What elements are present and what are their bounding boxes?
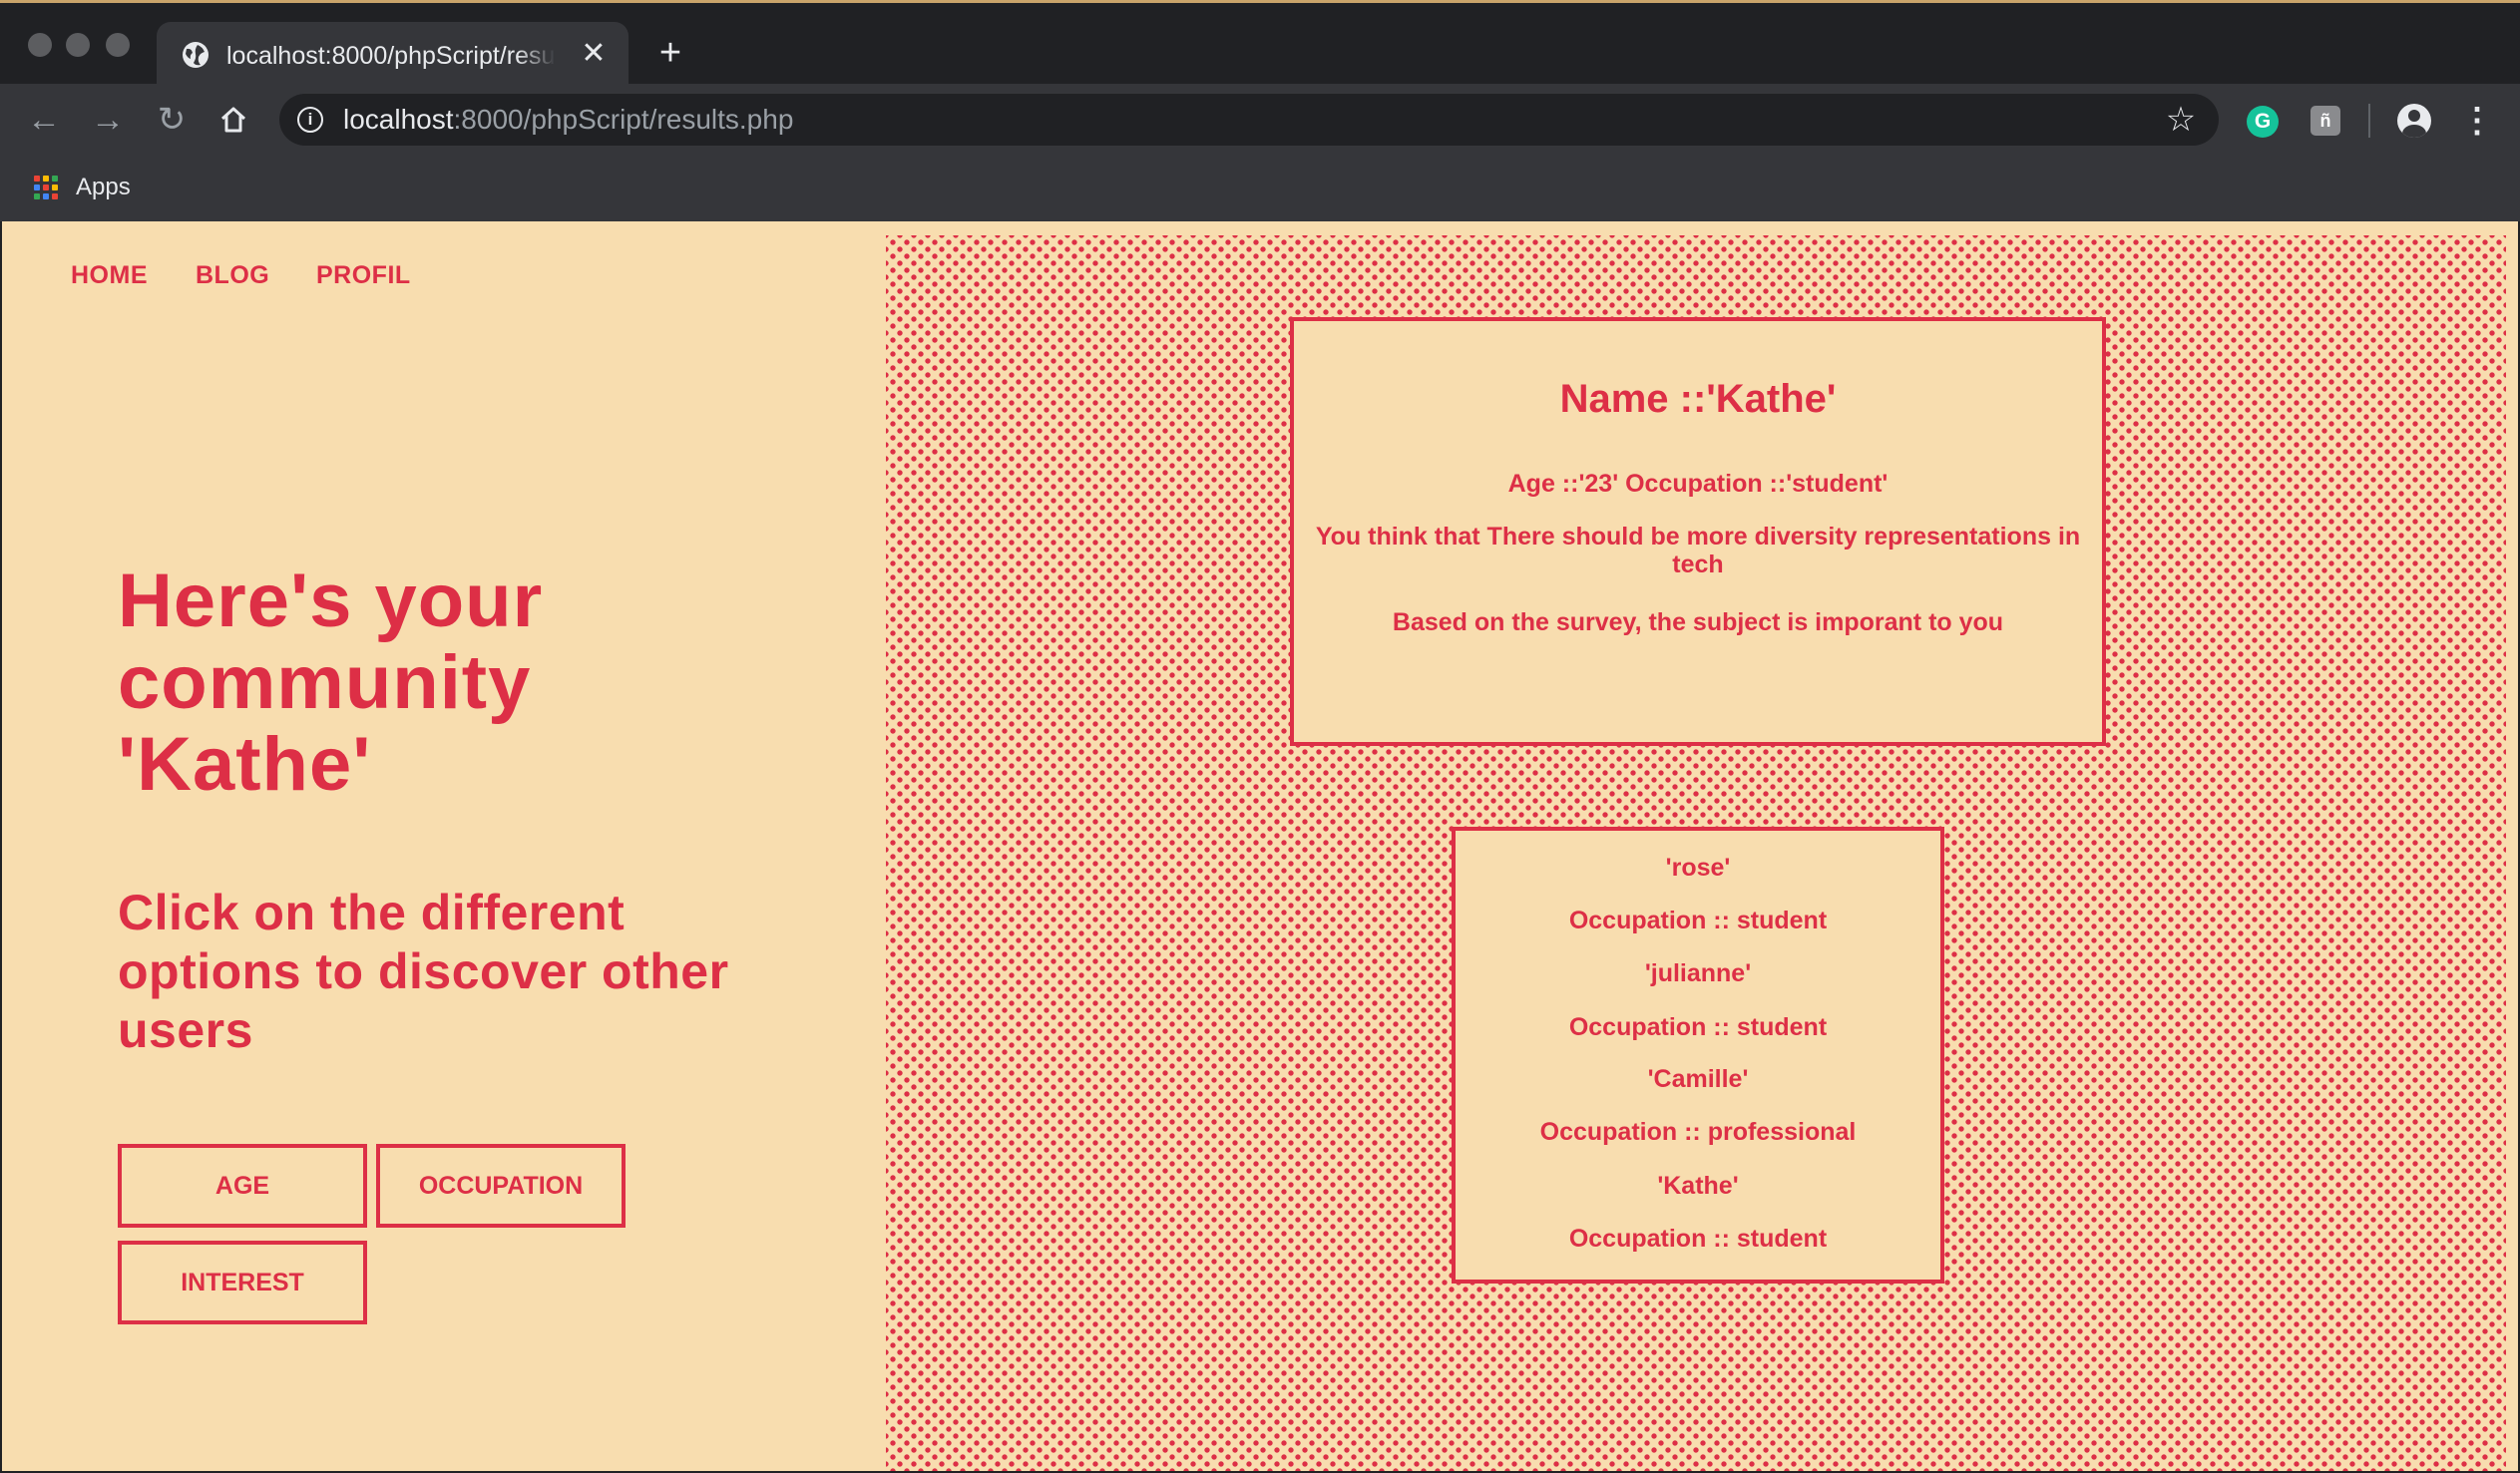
browser-tab-strip: localhost:8000/phpScript/results.php ✕ +	[0, 0, 2520, 87]
browser-toolbar: ← → ↻ i localhost:8000/phpScript/results…	[0, 84, 2520, 156]
user-occupation: Occupation :: student	[1568, 907, 1828, 934]
web-page: HOME BLOG PROFIL Here's your community '…	[2, 221, 2518, 1471]
more-vert-icon[interactable]: ⋮	[2460, 102, 2494, 140]
globe-icon	[183, 42, 209, 68]
tab-title: localhost:8000/phpScript/results.php	[226, 42, 556, 70]
user-name: 'rose'	[1665, 854, 1731, 882]
window-close-button[interactable]	[28, 33, 52, 57]
profile-details: Age ::'23' Occupation ::'student'	[1507, 470, 1889, 498]
home-icon[interactable]	[211, 98, 255, 142]
bookmarks-bar: Apps	[0, 156, 2520, 221]
close-icon[interactable]: ✕	[579, 39, 609, 69]
url-text[interactable]: localhost:8000/phpScript/results.php	[343, 94, 793, 146]
nav-blog-link[interactable]: BLOG	[196, 261, 269, 290]
page-title: Here's your community 'Kathe'	[118, 558, 544, 807]
window-zoom-button[interactable]	[106, 33, 130, 57]
star-icon[interactable]: ☆	[2161, 100, 2201, 140]
address-bar[interactable]: i localhost:8000/phpScript/results.php ☆	[279, 94, 2219, 146]
info-icon[interactable]: i	[297, 107, 323, 133]
profile-card: Name ::'Kathe' Age ::'23' Occupation ::'…	[1290, 317, 2106, 746]
browser-tab[interactable]: localhost:8000/phpScript/results.php ✕	[157, 22, 629, 87]
plus-icon[interactable]: +	[650, 33, 690, 73]
bookmark-apps[interactable]: Apps	[76, 172, 131, 203]
profile-opinion: You think that There should be more dive…	[1315, 523, 2081, 578]
user-name: 'Kathe'	[1657, 1172, 1739, 1200]
grammarly-icon[interactable]: G	[2247, 106, 2279, 138]
user-occupation: Occupation :: student	[1568, 1225, 1828, 1253]
profile-importance: Based on the survey, the subject is impo…	[1392, 608, 2004, 636]
profile-name: Name ::'Kathe'	[1559, 377, 1837, 421]
url-path: :8000/phpScript/results.php	[453, 104, 794, 135]
user-occupation: Occupation :: student	[1568, 1013, 1828, 1041]
user-name: 'Camille'	[1647, 1065, 1749, 1093]
toolbar-divider	[2368, 104, 2370, 138]
community-users-card: 'rose' Occupation :: student 'julianne' …	[1452, 827, 1944, 1284]
reload-icon[interactable]: ↻	[150, 98, 194, 142]
apps-grid-icon[interactable]	[34, 176, 58, 199]
user-occupation: Occupation :: professional	[1539, 1118, 1857, 1146]
nav-home-link[interactable]: HOME	[71, 261, 148, 290]
occupation-filter-button[interactable]: OCCUPATION	[376, 1144, 626, 1228]
forward-arrow-icon[interactable]: →	[86, 98, 130, 142]
interest-filter-button[interactable]: INTEREST	[118, 1241, 367, 1324]
age-filter-button[interactable]: AGE	[118, 1144, 367, 1228]
profile-icon[interactable]	[2397, 104, 2431, 138]
page-subtitle: Click on the different options to discov…	[118, 885, 729, 1058]
left-panel: HOME BLOG PROFIL Here's your community '…	[2, 221, 886, 1471]
back-arrow-icon[interactable]: ←	[22, 98, 66, 142]
window-minimize-button[interactable]	[66, 33, 90, 57]
url-host: localhost	[343, 104, 454, 135]
nav-profil-link[interactable]: PROFIL	[316, 261, 411, 290]
extension-icon[interactable]: ñ	[2310, 106, 2340, 136]
user-name: 'julianne'	[1644, 959, 1752, 987]
